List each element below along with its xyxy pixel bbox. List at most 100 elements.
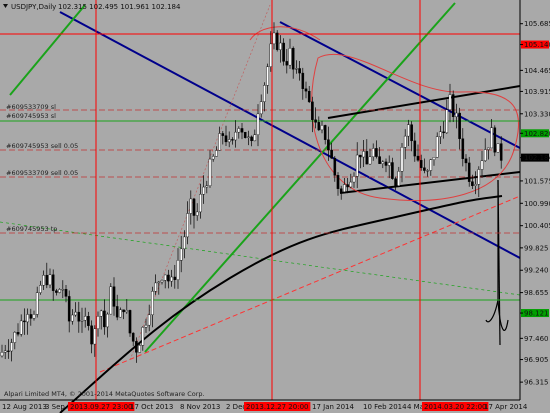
candle-body	[221, 133, 225, 136]
candle-body	[439, 131, 442, 137]
candle-body	[387, 162, 391, 166]
candle-body	[263, 85, 266, 102]
candle-body	[80, 319, 84, 322]
candle-body	[179, 248, 183, 261]
candle-body	[195, 211, 199, 216]
candle-body	[109, 286, 113, 315]
candle-body	[256, 113, 260, 135]
candle-body	[138, 345, 141, 353]
price-tick-label: 96.905	[524, 356, 549, 364]
candle-body	[336, 175, 340, 189]
candle-body	[451, 94, 455, 118]
price-chart[interactable]: #609533709 sl #609745953 sl #609745953 s…	[0, 0, 550, 413]
candle-body	[141, 327, 145, 346]
candle-body	[103, 310, 106, 328]
candle-body	[131, 332, 135, 342]
candle-body	[445, 109, 449, 134]
candle-body	[183, 236, 186, 250]
candle-body	[458, 112, 461, 139]
candle-body	[29, 314, 33, 319]
time-tick-label: 3 Sep 2	[45, 403, 72, 411]
candle-body	[99, 310, 103, 317]
candle-body	[160, 280, 164, 283]
price-tick-label: 102.184	[524, 154, 550, 162]
candle-body	[26, 314, 29, 323]
candle-body	[343, 184, 346, 193]
candle-body	[135, 341, 138, 353]
candle-body	[202, 186, 205, 195]
watermark-text: Alpari Limited MT4, © 2001-2014 MetaQuot…	[4, 390, 205, 398]
candle-body	[333, 157, 337, 176]
candle-body	[205, 185, 209, 188]
candle-body	[371, 148, 375, 158]
candle-body	[483, 149, 487, 161]
candle-body	[352, 176, 356, 183]
level-label-3: #609745953 sell 0.05	[6, 142, 78, 150]
candle-body	[189, 198, 193, 214]
candle-body	[3, 350, 7, 353]
candle-body	[74, 311, 77, 316]
price-tick-label: 103.915	[524, 88, 550, 96]
candle-body	[13, 332, 17, 343]
candle-body	[490, 127, 493, 149]
candle-body	[151, 291, 154, 316]
candle-body	[115, 306, 119, 318]
candle-body	[45, 274, 49, 286]
candle-body	[429, 159, 433, 171]
candle-body	[42, 274, 45, 286]
candle-body	[240, 128, 244, 133]
price-tick-label: 98.655	[524, 289, 549, 297]
price-axis[interactable]: 105.685 105.140 104.465 103.915 103.330 102.8…	[520, 20, 550, 387]
candle-body	[199, 193, 202, 213]
candle-body	[77, 311, 81, 322]
candle-body	[58, 289, 61, 293]
candle-body	[365, 151, 369, 165]
candle-body	[279, 42, 282, 50]
mt4-chart-window[interactable]: #609533709 sl #609745953 sl #609745953 s…	[0, 0, 550, 413]
time-tick-label: 17 Jan 2014	[312, 403, 355, 411]
candle-body	[90, 325, 93, 345]
candle-body	[423, 167, 426, 171]
candle-body	[419, 160, 423, 168]
price-tick-label: 100.405	[524, 222, 550, 230]
candle-body	[64, 289, 68, 297]
candle-body	[355, 154, 359, 177]
price-tick-label: 102.820	[524, 130, 550, 138]
candle-body	[327, 139, 330, 151]
candle-body	[147, 314, 151, 326]
candle-body	[413, 140, 417, 157]
price-tick-label: 98.121	[524, 310, 549, 318]
candle-body	[10, 342, 13, 352]
candle-body	[215, 150, 218, 157]
candle-body	[391, 162, 394, 179]
time-tick-label: 10 Feb 2014	[363, 403, 407, 411]
time-axis[interactable]: 12 Aug 20133 Sep 22013.09.27 23:0017 Oct…	[2, 402, 528, 411]
price-tick-label: 99.825	[524, 244, 549, 252]
candle-body	[394, 178, 397, 186]
candle-body	[381, 161, 385, 164]
candle-body	[231, 139, 234, 141]
candle-body	[346, 184, 349, 188]
candle-body	[368, 156, 372, 165]
candle-body	[410, 124, 413, 142]
candle-body	[224, 135, 228, 143]
candle-body	[55, 290, 58, 293]
candle-body	[192, 198, 196, 216]
candle-body	[35, 292, 39, 315]
candle-body	[269, 43, 273, 67]
time-tick-label: 2013.09.27 23:00	[70, 403, 132, 411]
price-tick-label: 96.315	[524, 379, 549, 387]
candle-body	[106, 313, 109, 328]
candle-body	[320, 125, 324, 131]
price-tick-label: 97.460	[524, 335, 549, 343]
candle-body	[378, 156, 381, 164]
candle-body	[314, 119, 317, 123]
candle-body	[311, 101, 314, 120]
candle-body	[154, 282, 157, 292]
candle-body	[317, 122, 321, 131]
candle-body	[32, 314, 36, 319]
candle-body	[384, 161, 388, 166]
time-tick-label: 17 Apr 2014	[484, 403, 528, 411]
candle-body	[400, 147, 404, 172]
candle-body	[266, 66, 269, 86]
